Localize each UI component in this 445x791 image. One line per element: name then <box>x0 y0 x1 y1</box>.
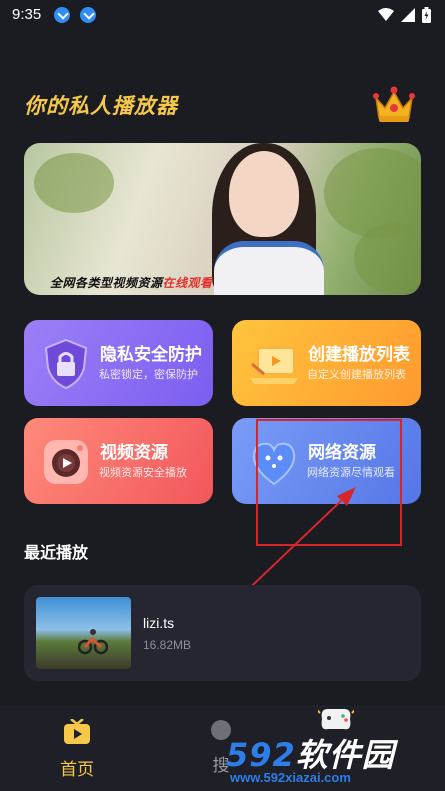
battery-icon <box>422 7 431 23</box>
privacy-protection-card[interactable]: 隐私安全防护 私密锁定，密保防护 <box>24 320 213 406</box>
app-title: 你的私人播放器 <box>24 94 178 118</box>
video-thumbnail <box>36 597 131 669</box>
banner-caption-highlight: 在线观看 <box>162 276 213 290</box>
banner-caption: 全网各类型视频资源在线观看 <box>50 274 213 291</box>
file-name: lizi.ts <box>143 615 175 631</box>
card-title: 创建播放列表 <box>308 345 410 365</box>
banner-person-face <box>229 151 299 237</box>
create-playlist-card[interactable]: 创建播放列表 自定义创建播放列表 <box>232 320 421 406</box>
card-title: 视频资源 <box>100 443 168 463</box>
card-title: 隐私安全防护 <box>100 345 202 365</box>
card-subtitle: 视频资源安全播放 <box>99 466 187 479</box>
card-subtitle: 自定义创建播放列表 <box>307 368 406 381</box>
banner-foliage <box>354 223 421 293</box>
file-size: 16.82MB <box>143 638 192 652</box>
watermark-url: www.592xiazai.com <box>230 770 351 785</box>
banner-person-shirt <box>214 241 324 295</box>
status-time: 9:35 <box>12 6 42 23</box>
recent-title: 最近播放 <box>24 543 89 562</box>
watermark-digits: 592 <box>226 736 296 774</box>
camera-play-icon <box>44 440 88 484</box>
laptop-playlist-icon <box>250 347 298 384</box>
watermark-text: 软件园 <box>295 736 395 774</box>
motorbike-icon <box>78 629 108 655</box>
video-resources-card[interactable]: 视频资源 视频资源安全播放 <box>24 418 213 504</box>
download-icon <box>80 7 96 23</box>
shield-lock-icon <box>44 338 88 390</box>
download-icon <box>54 7 70 23</box>
annotation-highlight-box <box>256 419 402 546</box>
banner-caption-main: 全网各类型视频资源 <box>50 276 163 290</box>
signal-icon <box>401 8 415 22</box>
recent-item[interactable]: lizi.ts 16.82MB <box>24 585 421 681</box>
card-subtitle: 私密锁定，密保防护 <box>99 368 198 381</box>
banner-foliage <box>34 153 114 213</box>
status-bar: 9:35 <box>0 0 445 30</box>
nav-home[interactable]: 首页 <box>52 718 102 780</box>
site-watermark: 592软件园 www.592xiazai.com <box>226 730 436 788</box>
promo-banner[interactable]: 全网各类型视频资源在线观看 <box>24 143 421 295</box>
home-tv-icon <box>64 718 90 744</box>
crown-icon[interactable] <box>370 80 418 128</box>
nav-home-label: 首页 <box>60 760 94 780</box>
wifi-icon <box>378 8 394 21</box>
status-icons <box>378 7 431 23</box>
